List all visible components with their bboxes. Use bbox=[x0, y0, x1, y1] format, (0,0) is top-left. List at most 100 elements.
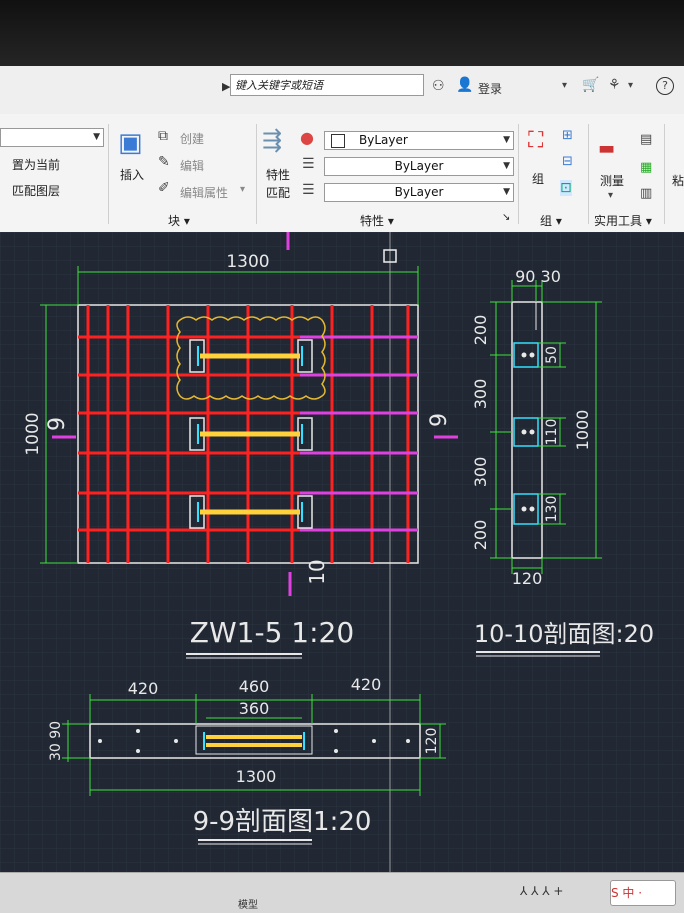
dim-text: 200 bbox=[471, 520, 490, 551]
dim-text: 420 bbox=[351, 675, 382, 694]
bolt bbox=[529, 352, 535, 358]
bolt bbox=[98, 739, 102, 743]
dim-text: 200 bbox=[471, 315, 490, 346]
match-properties-icon[interactable]: ⇶ bbox=[262, 126, 282, 154]
create-block-icon: ⧉ bbox=[158, 128, 168, 144]
monitor-bezel bbox=[0, 0, 684, 66]
edit-attributes-icon: ✐ bbox=[158, 180, 170, 196]
bolt bbox=[334, 729, 338, 733]
model-tab[interactable]: 模型 bbox=[238, 896, 258, 911]
dim-text-left: 30 90 bbox=[48, 721, 64, 761]
group-icon[interactable]: ⛶ bbox=[528, 128, 543, 153]
edit-block-icon: ✎ bbox=[158, 154, 170, 170]
group-select-icon[interactable]: ⊡ bbox=[560, 180, 572, 196]
dim-text-width: 1300 bbox=[226, 252, 269, 272]
paste-button[interactable]: 粘 bbox=[672, 172, 684, 189]
group-panel-label[interactable]: 组 ▾ bbox=[540, 212, 562, 229]
quick-select-icon[interactable]: ▤ bbox=[640, 132, 652, 147]
dim-text: 420 bbox=[128, 679, 159, 698]
measure-ruler-icon[interactable]: ▬ bbox=[598, 138, 615, 159]
panel-divider bbox=[588, 124, 589, 224]
section-label-left: 9 bbox=[45, 417, 70, 431]
bolt bbox=[521, 429, 527, 435]
dim-text: 130 bbox=[544, 496, 560, 523]
bolt bbox=[136, 749, 140, 753]
bolt bbox=[521, 506, 527, 512]
dim-text: 460 bbox=[239, 677, 270, 696]
bolt bbox=[136, 729, 140, 733]
dim-text: 300 bbox=[471, 457, 490, 488]
bolt bbox=[529, 429, 535, 435]
section-10-title: 10-10剖面图:20 bbox=[474, 620, 654, 648]
create-block-button[interactable]: 创建 bbox=[180, 130, 204, 147]
bolt bbox=[406, 739, 410, 743]
match-properties-label-1[interactable]: 特性 bbox=[266, 166, 290, 183]
login-link[interactable]: 登录 bbox=[478, 80, 502, 97]
panel-divider bbox=[108, 124, 109, 224]
insert-block-button[interactable]: 插入 bbox=[120, 166, 144, 183]
bolt bbox=[521, 352, 527, 358]
panel-divider bbox=[518, 124, 519, 224]
panel-divider bbox=[256, 124, 257, 224]
people-dropdown-arrow-icon[interactable]: ▾ bbox=[628, 80, 633, 91]
section-9-title: 9-9剖面图1:20 bbox=[193, 807, 372, 837]
canvas-grid bbox=[0, 232, 684, 872]
measure-dropdown-icon[interactable]: ▾ bbox=[608, 190, 613, 201]
dim-text: 50 bbox=[544, 346, 560, 364]
bolt bbox=[174, 739, 178, 743]
count-icon[interactable]: ▦ bbox=[640, 160, 652, 175]
ime-indicator[interactable]: S 中 · bbox=[610, 880, 676, 906]
search-input[interactable]: 键入关键字或短语 bbox=[230, 74, 424, 96]
linetype-combo[interactable]: ByLayer ▼ bbox=[324, 157, 514, 176]
utilities-panel-label[interactable]: 实用工具 ▾ bbox=[594, 212, 652, 229]
section-label-bottom: 10 bbox=[305, 559, 329, 584]
main-view-title: ZW1-5 1:20 bbox=[190, 616, 354, 649]
lineweight-icon: ☰ bbox=[302, 182, 315, 198]
bolt bbox=[529, 506, 535, 512]
properties-panel-launcher-icon[interactable]: ↘ bbox=[502, 212, 510, 223]
color-combo[interactable]: ByLayer ▼ bbox=[324, 131, 514, 150]
ungroup-icon[interactable]: ⊞ bbox=[562, 128, 573, 143]
drawing-canvas[interactable]: 1300 1000 9 9 10 ZW1-5 1:20 90 30 200 30… bbox=[0, 232, 684, 872]
dim-text-height: 1000 bbox=[23, 412, 43, 455]
drawing-svg: 1300 1000 9 9 10 ZW1-5 1:20 90 30 200 30… bbox=[0, 232, 684, 872]
layer-combo[interactable]: ▼ bbox=[0, 128, 104, 147]
match-properties-label-2[interactable]: 匹配 bbox=[266, 184, 290, 201]
measure-button[interactable]: 测量 bbox=[600, 172, 624, 189]
dim-text-bottom: 1300 bbox=[236, 767, 277, 786]
block-panel-label[interactable]: 块 ▾ bbox=[168, 212, 190, 229]
edit-attributes-dropdown-icon[interactable]: ▾ bbox=[240, 184, 245, 195]
edit-attributes-button[interactable]: 编辑属性 bbox=[180, 184, 228, 201]
bolt bbox=[334, 749, 338, 753]
dim-text-right: 120 bbox=[424, 728, 440, 755]
dim-text: 90 30 bbox=[515, 267, 561, 286]
section-label-right: 9 bbox=[427, 413, 452, 427]
dim-text-inner: 360 bbox=[239, 699, 270, 718]
dim-text-bottom: 120 bbox=[512, 569, 543, 588]
annotation-scale-icons[interactable]: ⅄ ⅄ ⅄ + bbox=[520, 884, 564, 898]
group-edit-icon[interactable]: ⊟ bbox=[562, 154, 573, 169]
set-current-layer-button[interactable]: 置为当前 bbox=[12, 156, 60, 173]
panel-divider bbox=[664, 124, 665, 224]
lineweight-combo[interactable]: ByLayer ▼ bbox=[324, 183, 514, 202]
match-layer-button[interactable]: 匹配图层 bbox=[12, 182, 60, 199]
binoculars-icon[interactable]: ⚇ bbox=[432, 78, 445, 94]
people-icon[interactable]: ⚘ bbox=[608, 77, 621, 93]
color-wheel-icon: ● bbox=[300, 128, 314, 147]
user-icon[interactable]: 👤 bbox=[456, 77, 473, 93]
calculator-icon[interactable]: ▥ bbox=[640, 186, 652, 201]
edit-block-button[interactable]: 编辑 bbox=[180, 157, 204, 174]
bolt bbox=[372, 739, 376, 743]
group-button[interactable]: 组 bbox=[532, 170, 544, 187]
login-dropdown-arrow-icon[interactable]: ▾ bbox=[562, 80, 567, 91]
properties-panel-label[interactable]: 特性 ▾ bbox=[360, 212, 394, 229]
dim-text: 110 bbox=[544, 419, 560, 446]
help-icon[interactable]: ? bbox=[656, 77, 674, 95]
cart-icon[interactable]: 🛒 bbox=[582, 77, 599, 93]
insert-block-icon[interactable]: ▣ bbox=[118, 128, 143, 158]
dim-text-total: 1000 bbox=[573, 410, 592, 451]
dim-text: 300 bbox=[471, 379, 490, 410]
color-swatch bbox=[331, 134, 345, 148]
linetype-icon: ☰ bbox=[302, 156, 315, 172]
status-bar bbox=[0, 872, 684, 913]
